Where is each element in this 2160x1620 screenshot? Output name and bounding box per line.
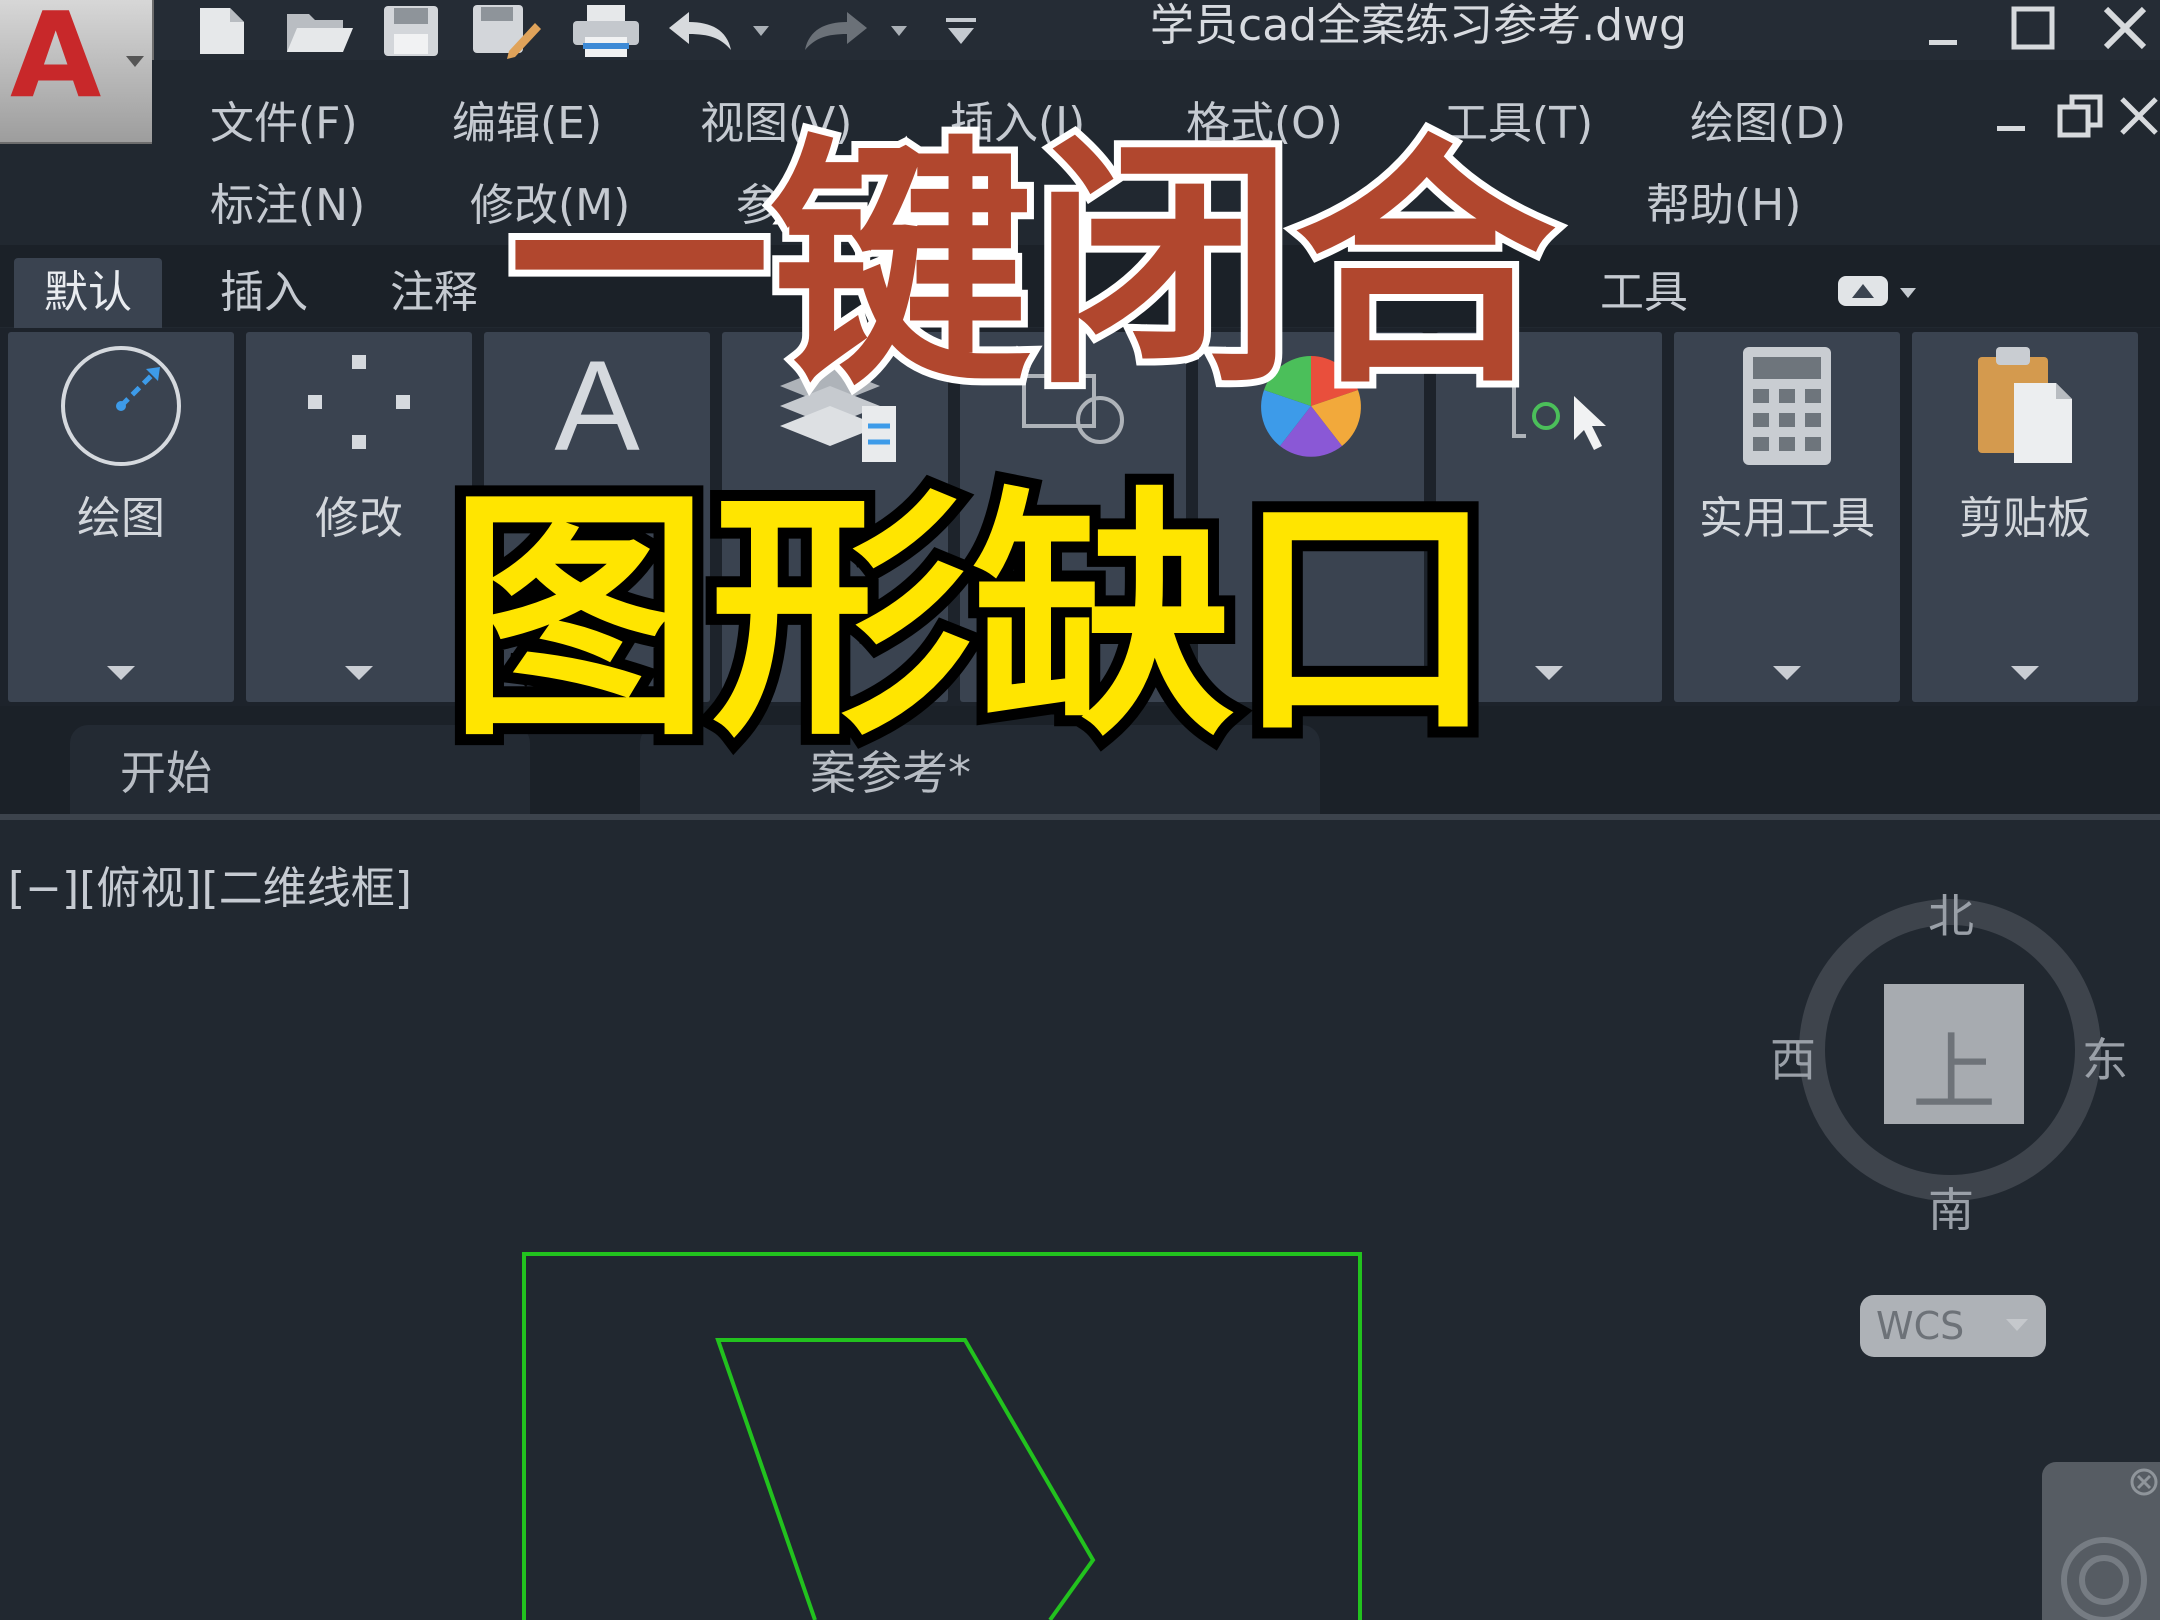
- calculator-icon: [1674, 346, 1900, 466]
- panel-clipboard[interactable]: 剪贴板: [1912, 332, 2138, 702]
- view-cube-top-face[interactable]: 上: [1884, 984, 2024, 1124]
- rotated-square-shape: [715, 1338, 1096, 1620]
- chevron-down-icon[interactable]: [345, 666, 373, 680]
- doc-minimize-icon[interactable]: [1976, 88, 2046, 144]
- panel-draw-label: 绘图: [77, 493, 165, 544]
- chevron-down-icon: [126, 56, 144, 67]
- clipboard-icon: [1912, 346, 2138, 466]
- circle-draw-icon: [8, 346, 234, 466]
- close-window-icon[interactable]: [2090, 0, 2160, 56]
- minimize-window-icon[interactable]: [1908, 0, 1978, 56]
- save-icon[interactable]: [376, 6, 446, 56]
- panel-utilities[interactable]: 实用工具: [1674, 332, 1900, 702]
- panel-utilities-label: 实用工具: [1699, 493, 1875, 544]
- menu-draw[interactable]: 绘图(D): [1690, 94, 1846, 154]
- redo-dropdown-icon[interactable]: [882, 6, 916, 56]
- panel-draw[interactable]: 绘图: [8, 332, 234, 702]
- print-icon[interactable]: [566, 5, 646, 57]
- view-cube[interactable]: 上 北 南 东 西: [1770, 880, 2128, 1237]
- compass-south[interactable]: 南: [1928, 1174, 1974, 1240]
- chevron-down-icon: [2006, 1319, 2028, 1331]
- menu-file[interactable]: 文件(F): [210, 94, 358, 154]
- wcs-label: WCS: [1876, 1304, 1965, 1348]
- chevron-down-icon[interactable]: [1773, 666, 1801, 680]
- caption-line-1: 一键闭合: [501, 114, 1563, 419]
- compass-west[interactable]: 西: [1770, 1024, 1816, 1090]
- compass-east[interactable]: 东: [2082, 1024, 2128, 1090]
- panel-modify[interactable]: 修改: [246, 332, 472, 702]
- tab-annotate[interactable]: 注释: [360, 258, 508, 328]
- tab-default[interactable]: 默认: [14, 258, 162, 328]
- doc-restore-icon[interactable]: [2046, 88, 2116, 144]
- chevron-down-icon[interactable]: [107, 666, 135, 680]
- menu-help[interactable]: 帮助(H): [1646, 176, 1801, 236]
- chevron-down-icon[interactable]: [1535, 666, 1563, 680]
- outer-rectangle-shape: [522, 1252, 1362, 1620]
- chevron-down-icon[interactable]: [2011, 666, 2039, 680]
- new-file-icon[interactable]: [186, 6, 256, 56]
- caption-line-2: 图形缺口: [437, 466, 1507, 771]
- navigation-bar[interactable]: [2042, 1462, 2160, 1620]
- application-menu-button[interactable]: A: [0, 0, 154, 144]
- tab-insert[interactable]: 插入: [190, 258, 338, 328]
- maximize-window-icon[interactable]: [1998, 0, 2068, 56]
- undo-dropdown-icon[interactable]: [744, 6, 778, 56]
- document-title: 学员cad全案练习参考.dwg: [1150, 0, 1687, 51]
- save-as-icon[interactable]: [466, 5, 546, 59]
- redo-icon[interactable]: [796, 6, 876, 56]
- customize-toolbar-icon[interactable]: [938, 6, 984, 56]
- doc-close-icon[interactable]: [2116, 88, 2160, 144]
- menu-dimension[interactable]: 标注(N): [210, 176, 365, 236]
- panel-clipboard-label: 剪贴板: [1959, 493, 2091, 544]
- wcs-dropdown[interactable]: WCS: [1860, 1295, 2046, 1357]
- open-folder-icon[interactable]: [280, 6, 358, 56]
- tab-tools[interactable]: 工具: [1570, 258, 1718, 328]
- compass-north[interactable]: 北: [1928, 880, 1974, 946]
- file-tab-start-label: 开始: [120, 746, 212, 800]
- ribbon-minimize-icon[interactable]: [1834, 268, 1924, 318]
- autocad-logo-icon: A: [10, 0, 102, 124]
- panel-modify-label: 修改: [315, 493, 403, 544]
- undo-icon[interactable]: [660, 6, 740, 56]
- modify-dots-icon: [246, 346, 472, 466]
